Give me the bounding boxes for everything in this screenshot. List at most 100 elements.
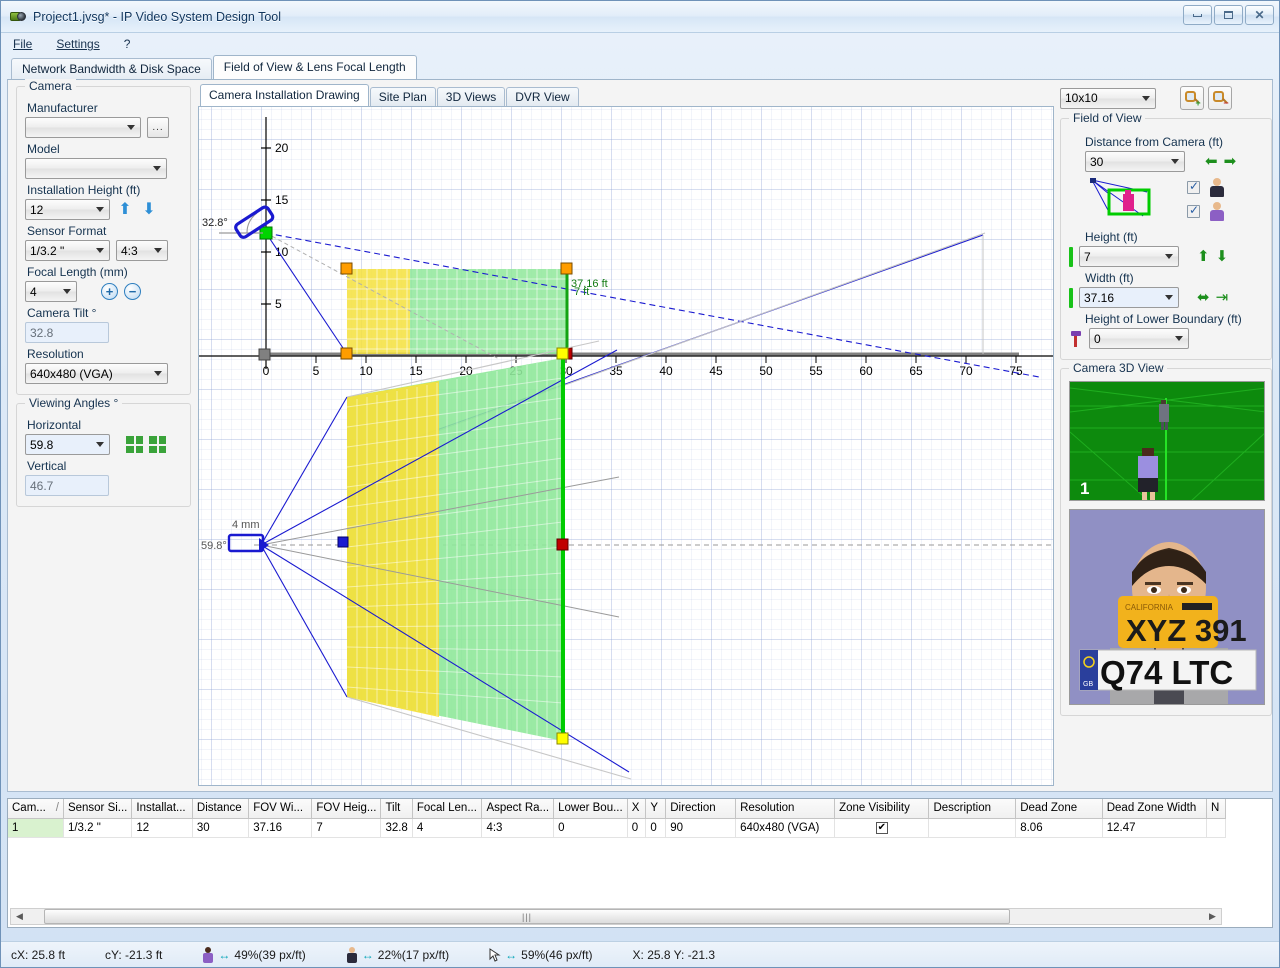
tab-field-of-view[interactable]: Field of View & Lens Focal Length (212, 55, 417, 79)
width-indicator-icon (1069, 287, 1073, 308)
chevron-down-icon (1138, 89, 1153, 108)
fov-width-decrease-button[interactable]: ⇥ (1216, 290, 1229, 305)
col-distance[interactable]: Distance (192, 799, 250, 819)
camera-table-scroll[interactable]: Cam... / Sensor Si... Installat... Dista… (8, 799, 1226, 904)
distance-increase-button[interactable]: ➡ (1224, 154, 1237, 169)
model-select[interactable] (25, 158, 167, 179)
lower-boundary-icon (1069, 329, 1083, 349)
col-fov-height[interactable]: FOV Heig... (311, 799, 382, 819)
tab-dvr-view[interactable]: DVR View (506, 87, 579, 106)
scrollbar-track[interactable]: ||| (28, 909, 1204, 924)
fov-height-increase-button[interactable]: ⬆ (1197, 249, 1210, 264)
menu-settings[interactable]: Settings (52, 35, 103, 53)
plate-bottom-text: Q74 LTC (1100, 654, 1233, 691)
viewing-angles-legend: Viewing Angles ° (25, 396, 123, 410)
distance-from-camera-select[interactable]: 30 (1085, 151, 1185, 172)
menu-help[interactable]: ? (120, 35, 135, 53)
menu-file[interactable]: File (9, 35, 36, 53)
menu-file-label: File (13, 37, 33, 51)
focal-length-increase-button[interactable]: + (101, 283, 118, 300)
model-label: Model (27, 142, 60, 156)
zoom-out-button[interactable]: − (1208, 86, 1232, 110)
svg-text:65: 65 (909, 364, 923, 378)
manufacturer-browse-button[interactable]: ... (147, 117, 169, 138)
col-camera-label: Cam... (12, 802, 46, 815)
collapse-angle-icon[interactable] (149, 436, 166, 453)
col-focal-length[interactable]: Focal Len... (412, 799, 483, 819)
status-man-density: ↔ 22%(17 px/ft) (346, 946, 449, 963)
fov-width-select[interactable]: 37.16 (1079, 287, 1179, 308)
sensor-format-label: Sensor Format (27, 224, 107, 238)
focal-label: 4 mm (232, 519, 260, 531)
scroll-right-button[interactable]: ▶ (1204, 909, 1221, 924)
manufacturer-select[interactable] (25, 117, 141, 138)
show-man-checkbox[interactable] (1187, 179, 1200, 194)
height-decrease-button[interactable]: ⬇ (140, 200, 158, 220)
col-x[interactable]: X (627, 799, 647, 819)
window-controls: ✕ (1183, 5, 1274, 25)
aspect-ratio-select[interactable]: 4:3 (116, 240, 168, 261)
expand-angle-icon[interactable] (126, 436, 143, 453)
installation-height-value: 12 (30, 202, 44, 217)
col-installation-height[interactable]: Installat... (131, 799, 193, 819)
fov-height-select[interactable]: 7 (1079, 246, 1179, 267)
identification-preview[interactable]: CALIFORNIA XYZ 391 GB Q74 LTC (1069, 509, 1265, 705)
fov-width-increase-button[interactable]: ⬌ (1197, 290, 1210, 305)
height-increase-button[interactable]: ⬆ (116, 200, 134, 220)
cell-fov-height: 7 (311, 818, 382, 838)
fov-height-decrease-button[interactable]: ⬇ (1216, 249, 1229, 264)
grid-size-select[interactable]: 10x10 (1060, 87, 1156, 109)
col-next[interactable]: N (1206, 799, 1226, 819)
horizontal-angle-select[interactable]: 59.8 (25, 434, 110, 455)
cell-x: 0 (627, 818, 647, 838)
distance-decrease-button[interactable]: ⬅ (1205, 154, 1218, 169)
sensor-format-select[interactable]: 1/3.2 " (25, 240, 110, 261)
scrollbar-thumb[interactable]: ||| (44, 909, 1010, 924)
col-sensor-size[interactable]: Sensor Si... (63, 799, 133, 819)
cell-installation-height: 12 (131, 818, 193, 838)
show-woman-checkbox[interactable] (1187, 203, 1200, 218)
menu-settings-label: Settings (56, 37, 100, 51)
col-dead-zone[interactable]: Dead Zone (1015, 799, 1103, 819)
col-resolution[interactable]: Resolution (735, 799, 836, 819)
col-lower-boundary[interactable]: Lower Bou... (553, 799, 628, 819)
chevron-down-icon (123, 118, 138, 137)
cell-zone-visibility-checkbox[interactable]: ✔ (834, 818, 930, 838)
tab-site-plan[interactable]: Site Plan (369, 87, 436, 106)
col-y[interactable]: Y (645, 799, 667, 819)
installation-height-select[interactable]: 12 (25, 199, 110, 220)
col-dead-zone-width[interactable]: Dead Zone Width (1102, 799, 1207, 819)
close-button[interactable]: ✕ (1245, 5, 1274, 25)
resolution-select[interactable]: 640x480 (VGA) (25, 363, 168, 384)
status-coords-label: X: 25.8 Y: -21.3 (632, 947, 716, 962)
col-direction[interactable]: Direction (665, 799, 737, 819)
title-bar: Project1.jvsg* - IP Video System Design … (1, 1, 1279, 33)
scroll-left-button[interactable]: ◀ (11, 909, 28, 924)
focal-length-select[interactable]: 4 (25, 281, 77, 302)
zoom-in-button[interactable]: + (1180, 86, 1204, 110)
col-aspect-ratio[interactable]: Aspect Ra... (481, 799, 555, 819)
lower-boundary-select[interactable]: 0 (1089, 328, 1189, 349)
tab-3d-views[interactable]: 3D Views (436, 87, 506, 106)
minimize-button[interactable] (1183, 5, 1212, 25)
camera-3d-preview[interactable]: 1 (1069, 381, 1265, 501)
installation-canvas[interactable]: 20 15 10 5 0 5 10 15 30 35 40 45 50 55 6… (198, 106, 1054, 786)
col-camera[interactable]: Cam... / (8, 799, 64, 819)
distance-from-camera-value: 30 (1090, 154, 1104, 169)
tab-camera-installation-drawing[interactable]: Camera Installation Drawing (200, 84, 369, 106)
focal-length-decrease-button[interactable]: − (124, 283, 141, 300)
table-row[interactable]: 1 1/3.2 " 12 30 37.16 7 32.8 4 4:3 0 0 0… (8, 818, 1226, 838)
col-description[interactable]: Description (928, 799, 1017, 819)
tab-network-bandwidth[interactable]: Network Bandwidth & Disk Space (11, 58, 212, 79)
maximize-button[interactable] (1214, 5, 1243, 25)
drawing-tab-bar: Camera Installation Drawing Site Plan 3D… (198, 84, 1054, 106)
status-coords: X: 25.8 Y: -21.3 (633, 948, 716, 962)
table-horizontal-scrollbar[interactable]: ◀ ||| ▶ (10, 908, 1222, 925)
status-bar: cX: 25.8 ft cY: -21.3 ft ↔ 49%(39 px/ft)… (1, 941, 1279, 967)
status-woman-label: 49%(39 px/ft) (234, 947, 306, 962)
status-woman-density: ↔ 49%(39 px/ft) (202, 946, 306, 963)
col-zone-visibility[interactable]: Zone Visibility (834, 799, 930, 819)
col-fov-width[interactable]: FOV Wi... (248, 799, 313, 819)
col-tilt[interactable]: Tilt (380, 799, 413, 819)
svg-text:5: 5 (313, 364, 320, 378)
